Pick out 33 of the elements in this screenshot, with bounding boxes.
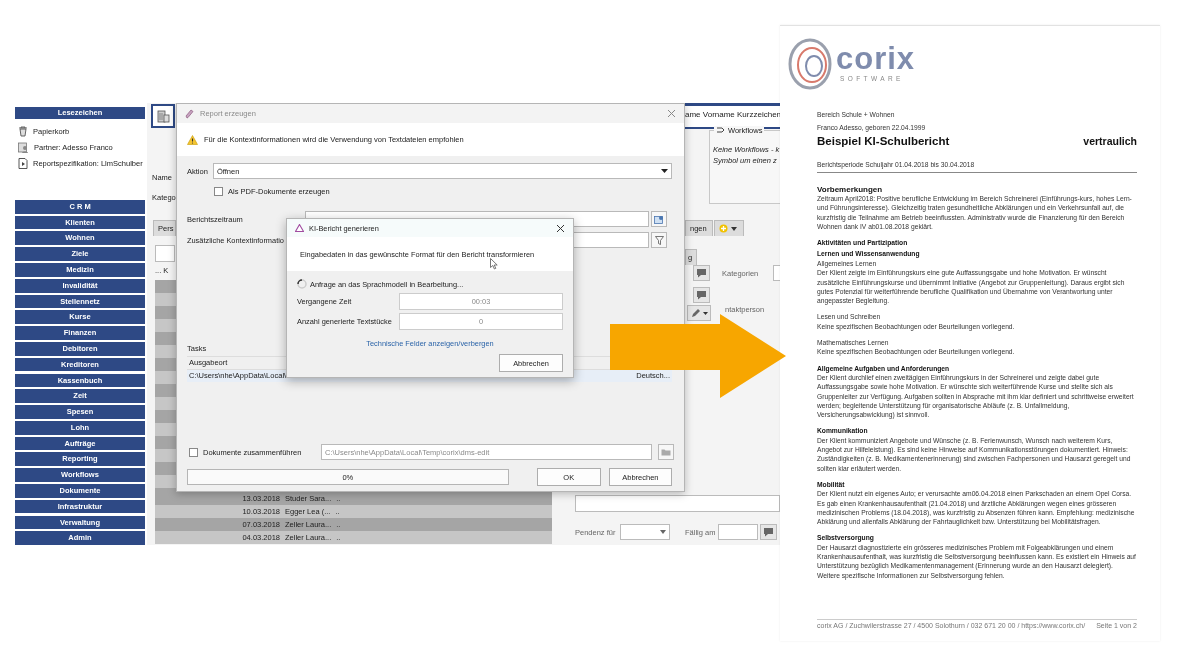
- calendar-icon[interactable]: [651, 211, 667, 227]
- column-header: ame Vorname Kurzzeichen: [685, 103, 780, 129]
- checkbox[interactable]: [189, 447, 198, 457]
- input-field[interactable]: [575, 495, 780, 512]
- close-icon[interactable]: [556, 223, 565, 233]
- checkbox[interactable]: [214, 186, 223, 196]
- workflow-icon: [716, 126, 725, 135]
- classification-text: vertraulich: [1083, 136, 1137, 146]
- pencil-icon[interactable]: [687, 305, 711, 321]
- folder-icon[interactable]: [658, 444, 674, 460]
- trash-icon: [18, 125, 28, 137]
- logo-text: corix: [836, 44, 916, 74]
- input-field[interactable]: [155, 245, 175, 262]
- heading: Vorbemerkungen: [817, 184, 884, 195]
- filter-icon[interactable]: [651, 232, 667, 248]
- contact-card-icon: [18, 141, 29, 153]
- comment-icon[interactable]: [693, 287, 710, 303]
- caret-icon: [661, 169, 668, 173]
- pencil-icon: [185, 108, 194, 119]
- comment-icon[interactable]: [693, 265, 710, 281]
- rings-icon: [788, 38, 834, 90]
- spinner-icon: [297, 279, 307, 289]
- plus-icon: [719, 224, 728, 233]
- comment-icon[interactable]: [760, 524, 777, 540]
- warning-icon: [187, 134, 198, 145]
- report-title: Beispiel KI-Schulbericht: [817, 133, 950, 148]
- caret-icon: [660, 530, 666, 534]
- document-icon: [18, 157, 28, 169]
- caret-icon: [731, 226, 737, 231]
- building-icon[interactable]: [151, 104, 175, 128]
- date-field[interactable]: [718, 524, 758, 540]
- triangle-icon: [295, 224, 304, 232]
- add-tab[interactable]: [714, 220, 744, 236]
